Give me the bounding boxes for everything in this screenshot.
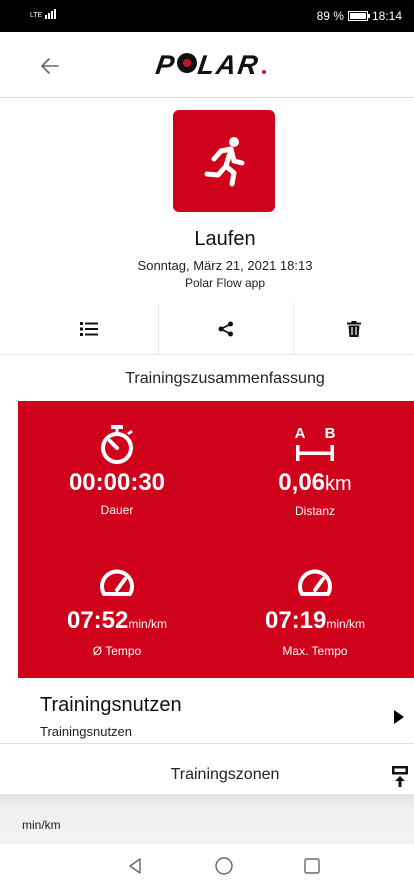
battery-percent: 89 %	[316, 9, 344, 23]
distance-value: 0,06	[278, 469, 326, 496]
share-button[interactable]	[158, 303, 294, 355]
speedometer-icon	[100, 569, 134, 596]
app-bar: P LAR	[0, 32, 414, 98]
summary-title: Trainingszusammenfassung	[125, 370, 325, 387]
distance-a-b-icon: A B	[216, 423, 414, 467]
trash-icon	[347, 321, 361, 337]
summary-card: 00:00:30 Dauer A B 0,06km Distanz 07:52m…	[18, 401, 414, 678]
arrow-left-icon[interactable]	[38, 54, 62, 78]
running-icon	[173, 110, 275, 212]
action-bar	[0, 303, 414, 355]
session-source: Polar Flow app	[184, 276, 266, 290]
metric-avg-pace: 07:52min/km Ø Tempo	[18, 561, 216, 658]
session-date: Sonntag, März 21, 2021 18:13	[137, 258, 313, 273]
list-icon	[80, 322, 98, 336]
home-circle-icon[interactable]	[214, 856, 234, 876]
duration-value: 00:00:30	[68, 469, 166, 496]
metric-duration: 00:00:30 Dauer	[18, 423, 216, 517]
avg-pace-unit: min/km	[128, 617, 168, 631]
avg-pace-value: 07:52	[66, 607, 129, 634]
signal-indicator: LTE	[30, 9, 57, 19]
distance-icon-b: B	[325, 425, 336, 442]
metric-distance: A B 0,06km Distanz	[216, 423, 414, 518]
sport-title: Laufen	[194, 228, 256, 250]
distance-unit: km	[325, 473, 352, 495]
training-benefit-title: Trainingsnutzen	[40, 694, 182, 716]
recents-square-icon[interactable]	[302, 856, 322, 876]
metric-max-pace: 07:19min/km Max. Tempo	[216, 561, 414, 658]
status-bar: LTE 89 % 18:14	[0, 0, 414, 32]
battery-icon	[347, 11, 370, 21]
system-navigation-bar	[0, 844, 414, 885]
details-button[interactable]	[20, 303, 158, 355]
duration-label: Dauer	[100, 503, 134, 517]
training-benefit-row[interactable]: Trainingsnutzen Trainingsnutzen	[0, 682, 414, 744]
back-triangle-icon[interactable]	[125, 856, 145, 876]
distance-label: Distanz	[294, 504, 335, 518]
polar-logo: P LAR	[154, 50, 266, 80]
distance-icon-a: A	[295, 425, 306, 442]
stopwatch-icon	[101, 425, 133, 464]
clock: 18:14	[371, 9, 402, 23]
pace-unit-label: min/km	[22, 818, 61, 832]
network-type: LTE	[30, 12, 43, 19]
play-arrow-icon	[394, 710, 404, 724]
training-zones-header: Trainingszonen	[0, 760, 414, 794]
training-zones-title: Trainingszonen	[170, 766, 280, 783]
training-benefit-subtitle: Trainingsnutzen	[40, 724, 133, 739]
max-pace-unit: min/km	[326, 617, 366, 631]
max-pace-label: Max. Tempo	[282, 644, 348, 658]
signal-bars-icon	[45, 9, 57, 19]
delete-button[interactable]	[294, 303, 414, 355]
speedometer-icon	[298, 569, 332, 596]
max-pace-value: 07:19	[264, 607, 327, 634]
avg-pace-label: Ø Tempo	[92, 644, 142, 658]
upload-icon[interactable]	[392, 766, 408, 788]
share-icon	[218, 321, 233, 337]
pace-chart-area: min/km	[0, 794, 414, 844]
